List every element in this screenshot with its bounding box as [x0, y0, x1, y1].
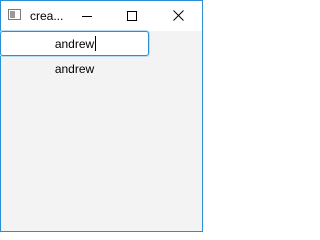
minimize-icon — [82, 16, 92, 17]
title-bar[interactable]: crea... — [1, 1, 202, 31]
text-caret — [95, 36, 96, 51]
minimize-button[interactable] — [64, 1, 110, 31]
name-input[interactable] — [0, 31, 149, 56]
window-title: crea... — [30, 9, 64, 23]
close-icon — [173, 10, 184, 21]
app-window-icon-pane — [10, 11, 15, 18]
maximize-button[interactable] — [109, 1, 155, 31]
close-button[interactable] — [156, 1, 202, 31]
app-window-icon — [8, 9, 21, 20]
maximize-icon — [127, 11, 137, 21]
name-output-label: andrew — [54, 62, 95, 76]
